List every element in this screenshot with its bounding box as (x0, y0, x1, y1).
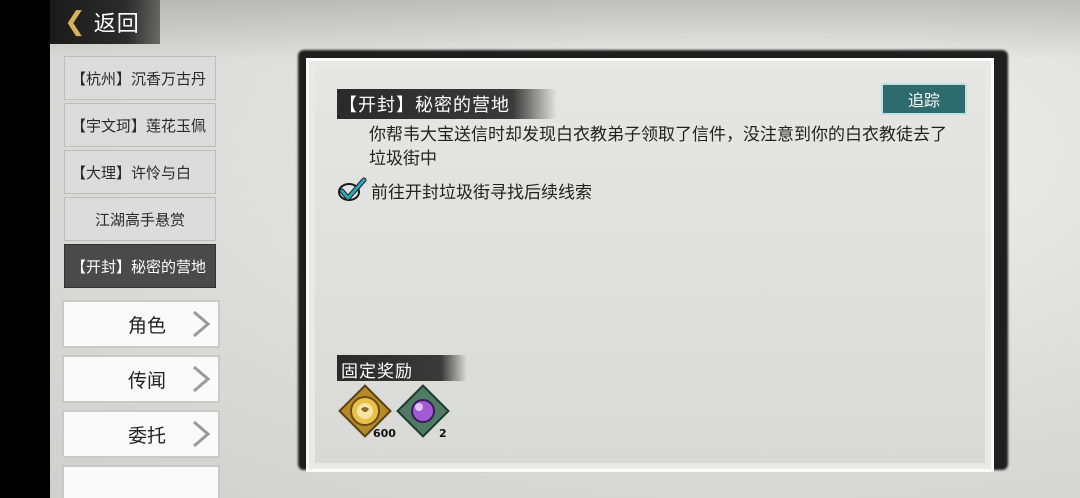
chevron-right-icon (193, 365, 211, 393)
back-button[interactable]: ❮ 返回 (50, 0, 160, 44)
rewards-title: 固定奖励 (341, 362, 413, 382)
quest-list: 【杭州】沉香万古丹 【宇文珂】莲花玉佩 【大理】许怜与白 江湖高手悬赏 【开封】… (64, 56, 216, 291)
left-black-strip (0, 0, 50, 498)
quest-item-yuwenke[interactable]: 【宇文珂】莲花玉佩 (64, 103, 216, 147)
quest-objective: 前往开封垃圾街寻找后续线索 (337, 177, 592, 203)
quest-title: 【开封】秘密的营地 (339, 95, 510, 116)
category-button-rumor[interactable]: 传闻 (62, 355, 220, 403)
chevron-right-icon (193, 420, 211, 448)
quest-item-dali[interactable]: 【大理】许怜与白 (64, 150, 216, 194)
checkmark-icon (338, 177, 367, 201)
category-label: 角色 (128, 314, 167, 337)
category-label: 传闻 (128, 369, 167, 392)
quest-item-hangzhou[interactable]: 【杭州】沉香万古丹 (64, 56, 216, 100)
quest-item-kaifeng[interactable]: 【开封】秘密的营地 (64, 244, 216, 288)
track-button[interactable]: 追踪 (881, 83, 967, 115)
category-button-commission[interactable]: 委托 (62, 410, 220, 458)
quest-item-bounty[interactable]: 江湖高手悬赏 (64, 197, 216, 241)
chevron-right-icon (193, 310, 211, 338)
reward-count-orb: 2 (439, 427, 447, 440)
category-button-more[interactable] (62, 465, 220, 498)
quest-description: 你帮韦大宝送信时却发现白衣教弟子领取了信件，没注意到你的白衣教徒去了垃圾街中 (369, 125, 947, 169)
reward-item-orb[interactable]: 2 (395, 383, 451, 440)
objective-text: 前往开封垃圾街寻找后续线索 (371, 182, 592, 203)
quest-detail-panel: 【开封】秘密的营地 追踪 你帮韦大宝送信时却发现白衣教弟子领取了信件，没注意到你… (306, 58, 994, 472)
category-button-role[interactable]: 角色 (62, 300, 220, 348)
back-chevron-icon: ❮ (64, 7, 86, 37)
reward-count-gold: 600 (373, 427, 396, 440)
category-label: 委托 (128, 424, 167, 447)
reward-item-gold[interactable]: 600 (337, 383, 396, 440)
back-label: 返回 (93, 12, 140, 37)
